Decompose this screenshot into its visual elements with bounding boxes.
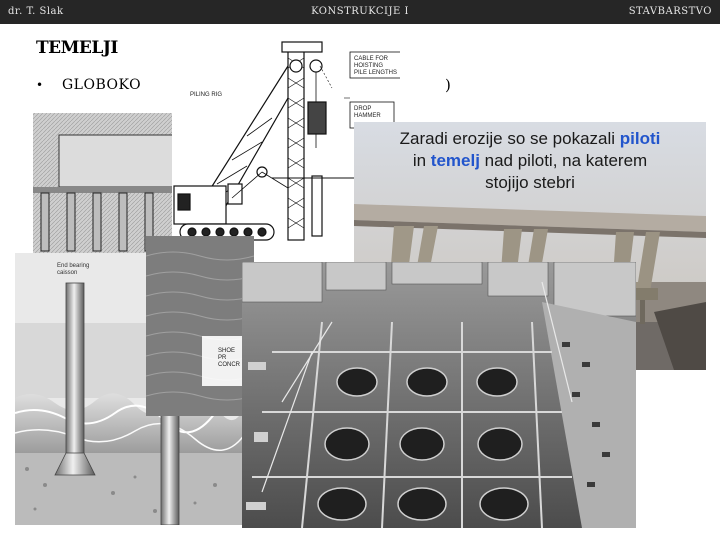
- caisson-label-line1: End bearing: [57, 263, 90, 269]
- subject-label: STAVBARSTVO: [628, 6, 712, 17]
- cable-callout: CABLE FOR HOISTING PILE LENGTHS: [354, 56, 400, 77]
- bullet-text: GLOBOKO: [62, 77, 142, 93]
- cable-callout-line2: PILE LENGTHS: [354, 70, 398, 76]
- course-title: KONSTRUKCIJE I: [311, 6, 409, 17]
- cable-callout-line1: CABLE FOR HOISTING: [354, 56, 389, 69]
- shoe-label-line1: SHOE: [218, 348, 236, 354]
- shoe-label: SHOE PR CONCR: [218, 348, 240, 369]
- drop-hammer-callout: DROP HAMMER: [354, 106, 381, 120]
- caption-line3: stojijo stebri: [485, 173, 575, 192]
- bridge-caption: Zaradi erozije so se pokazali piloti in …: [368, 128, 692, 194]
- caption-highlight-piloti: piloti: [619, 129, 661, 148]
- water-texture-svg: [146, 236, 254, 416]
- caisson-label-line2: caisson: [57, 270, 78, 276]
- trailing-paren: ): [445, 76, 451, 94]
- caption-text-2: in: [412, 151, 431, 170]
- caisson-label: End bearing caisson: [57, 263, 89, 277]
- construction-site-photo: [242, 262, 636, 528]
- piling-rig-label: PILING RIG: [190, 92, 223, 98]
- water-shoe-diagram: SHOE PR CONCR: [146, 236, 254, 416]
- bullet-item: • GLOBOKO: [36, 77, 141, 93]
- caption-highlight-temelj: temelj: [430, 151, 480, 170]
- shoe-label-line3: CONCR: [218, 362, 240, 368]
- caption-line2: in temelj nad piloti, na katerem: [368, 150, 692, 172]
- construction-site-svg: [242, 262, 636, 528]
- caption-text-3: nad piloti, na katerem: [479, 151, 648, 170]
- slide-title: TEMELJI: [36, 38, 118, 58]
- caption-line1: Zaradi erozije so se pokazali piloti: [368, 128, 692, 150]
- shoe-label-line2: PR: [218, 355, 227, 361]
- drop-hammer-line1: DROP: [354, 106, 372, 112]
- bullet-symbol: •: [36, 78, 44, 92]
- drop-hammer-line2: HAMMER: [354, 113, 381, 119]
- caption-text-1: Zaradi erozije so se pokazali: [399, 129, 620, 148]
- header-bar: dr. T. Slak KONSTRUKCIJE I STAVBARSTVO: [0, 0, 720, 24]
